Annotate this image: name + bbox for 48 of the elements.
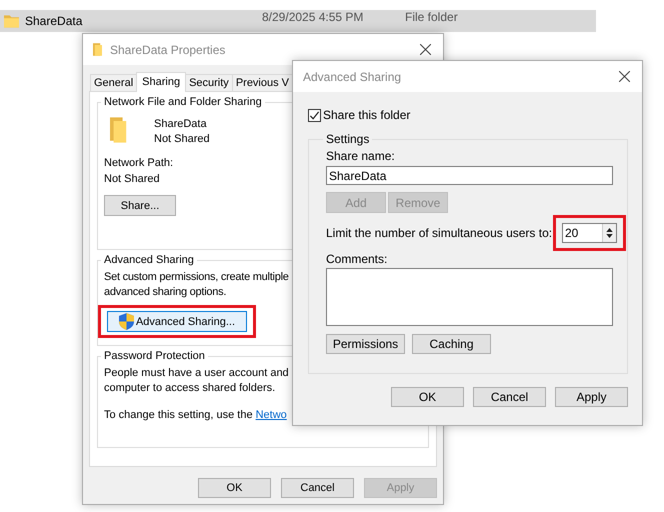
hint-text: To change this setting, use the <box>104 409 253 421</box>
settings-button[interactable]: Permissions <box>326 334 405 354</box>
dialog-button[interactable]: Apply <box>555 387 628 407</box>
folder-icon <box>93 43 102 56</box>
path-label: Network Path: <box>104 156 174 171</box>
description-text: advanced sharing options. <box>104 285 226 300</box>
group-title: Advanced Sharing <box>103 254 195 266</box>
dialog-button[interactable]: OK <box>391 387 464 407</box>
shield-icon <box>118 313 134 330</box>
dialog-button[interactable]: Cancel <box>281 478 354 498</box>
tab[interactable]: Security <box>185 74 233 91</box>
group-title: Settings <box>325 132 370 146</box>
share-name-label: Share name: <box>326 148 395 164</box>
share-button[interactable]: Share... <box>104 195 176 216</box>
group-title: Password Protection <box>103 350 206 362</box>
window-title: ShareData Properties <box>110 42 226 56</box>
comments-field[interactable] <box>326 268 613 326</box>
tab[interactable]: General <box>90 74 138 91</box>
file-row[interactable]: ShareData 8/29/2025 4:55 PM File folder <box>0 10 596 32</box>
path-value: Not Shared <box>104 172 160 187</box>
group-title: Network File and Folder Sharing <box>103 96 263 108</box>
close-icon[interactable] <box>420 44 431 55</box>
folder-icon <box>110 117 128 143</box>
description-text: Set custom permissions, create multiple <box>104 270 289 285</box>
limit-label: Limit the number of simultaneous users to: <box>326 226 552 240</box>
dialog-button[interactable]: OK <box>198 478 271 498</box>
folder-name: ShareData <box>154 117 208 132</box>
checkbox[interactable] <box>308 108 321 122</box>
up-arrow-icon[interactable] <box>606 228 613 232</box>
file-name: ShareData <box>25 14 82 28</box>
description-text: computer to access shared folders. <box>104 381 276 396</box>
advanced-sharing-button[interactable]: Advanced Sharing... <box>107 311 247 332</box>
down-arrow-icon[interactable] <box>606 234 613 238</box>
folder-icon <box>4 14 19 28</box>
file-type: File folder <box>405 10 458 24</box>
settings-button[interactable]: Caching <box>412 334 491 354</box>
network-link[interactable]: Netwo <box>256 409 287 421</box>
window-title: Advanced Sharing <box>303 70 402 84</box>
tab[interactable]: Sharing <box>136 72 186 92</box>
checkbox-label[interactable]: Share this folder <box>323 108 410 122</box>
close-icon[interactable] <box>619 71 630 82</box>
share-status: Not Shared <box>154 132 210 147</box>
share-name-field[interactable]: ShareData <box>326 166 613 185</box>
dialog-button[interactable]: Cancel <box>473 387 546 407</box>
user-limit-spinner[interactable]: 20 <box>562 223 617 243</box>
comments-label: Comments: <box>326 251 388 267</box>
description-text: People must have a user account and <box>104 366 289 381</box>
file-date: 8/29/2025 4:55 PM <box>262 10 364 24</box>
